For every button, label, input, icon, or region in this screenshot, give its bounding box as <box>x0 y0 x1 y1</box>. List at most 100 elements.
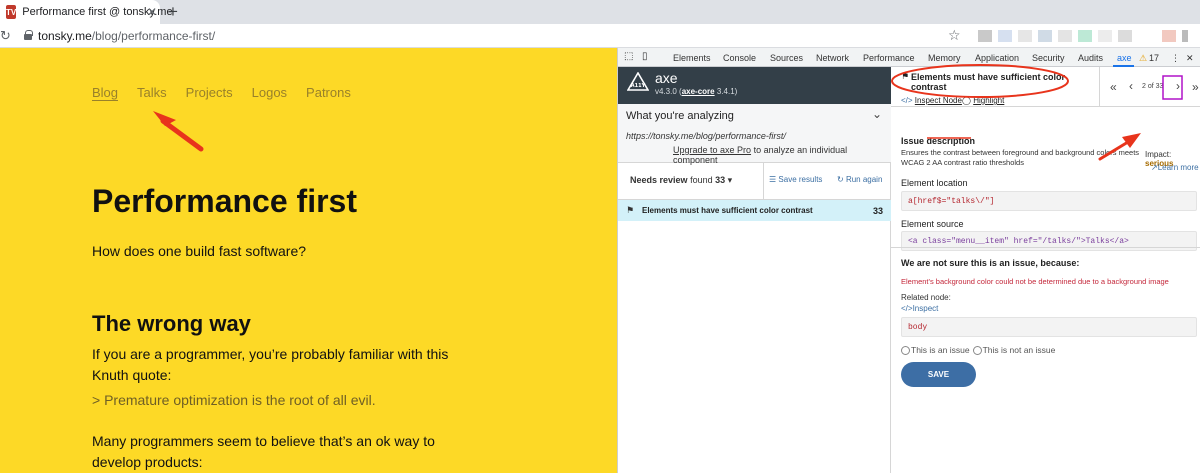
upgrade-note: Upgrade to axe Pro to analyze an individ… <box>673 145 848 165</box>
url-host: tonsky.me <box>38 29 92 43</box>
address-bar[interactable]: tonsky.me/blog/performance-first/ <box>38 29 215 43</box>
divider <box>891 247 1200 248</box>
radio-label: This is an issue <box>911 345 970 355</box>
axe-core-link[interactable]: axe-core <box>682 87 715 96</box>
extension-icon[interactable] <box>978 30 992 42</box>
extension-icon[interactable] <box>1018 30 1032 42</box>
tab-strip: TV Performance first @ tonsky.me ✕ + <box>0 0 1200 24</box>
review-choice: This is an issue This is not an issue <box>901 345 1055 355</box>
prev-page-icon[interactable]: ‹ <box>1129 79 1133 93</box>
element-source-title: Element source <box>901 219 964 229</box>
tab-close-icon[interactable]: ✕ <box>147 5 157 19</box>
profile-avatar[interactable] <box>1162 30 1176 42</box>
issue-detail: ⚑ Elements must have sufficient color co… <box>891 67 1200 473</box>
flag-icon: ⚑ <box>901 71 910 81</box>
not-sure-title: We are not sure this is an issue, becaus… <box>901 258 1080 268</box>
upgrade-link[interactable]: Upgrade to axe Pro <box>673 145 751 155</box>
related-node-label: Related node: <box>901 293 951 302</box>
site-favicon-icon: TV <box>6 5 17 19</box>
site-nav: Blog Talks Projects Logos Patrons <box>92 85 351 101</box>
devtools-tab-application[interactable]: Application <box>975 53 1019 63</box>
flag-icon: ⚑ <box>626 205 635 215</box>
run-again-button[interactable]: ↻ Run again <box>837 175 882 184</box>
devtools-tab-sources[interactable]: Sources <box>770 53 803 63</box>
learn-more-link[interactable]: ↗Learn more <box>1151 163 1199 172</box>
url-path: /blog/performance-first/ <box>91 29 216 43</box>
new-tab-icon[interactable]: + <box>168 2 178 22</box>
nav-link-patrons[interactable]: Patrons <box>306 85 351 101</box>
section-heading: The wrong way <box>92 311 251 336</box>
devtools-tab-bar: ⬚ ▯ Elements Console Sources Network Per… <box>618 48 1200 67</box>
extension-icon[interactable] <box>1078 30 1092 42</box>
inspect-element-icon[interactable]: ⬚ <box>624 51 633 62</box>
issue-list-item[interactable]: ⚑ Elements must have sufficient color co… <box>618 200 891 221</box>
element-source-code: <a class="menu__item" href="/talks/">Tal… <box>901 231 1197 251</box>
paragraph: Many programmers seem to believe that’s … <box>92 433 435 470</box>
axe-product-name: axe <box>655 70 678 86</box>
paragraph: If you are a programmer, you’re probably… <box>92 346 449 383</box>
extension-icon[interactable] <box>1118 30 1132 42</box>
devtools-tab-memory[interactable]: Memory <box>928 53 961 63</box>
extension-icon[interactable] <box>1038 30 1052 42</box>
issue-description-title: Issue description <box>901 136 976 146</box>
browser-toolbar: ↻ tonsky.me/blog/performance-first/ ☆ <box>0 24 1200 48</box>
device-toolbar-icon[interactable]: ▯ <box>642 51 648 62</box>
axe-version: v4.3.0 (axe-core 3.4.1) <box>655 87 738 96</box>
axe-header: A11Y axe v4.3.0 (axe-core 3.4.1) <box>618 67 891 104</box>
related-inspect-link[interactable]: </>Inspect <box>901 304 938 313</box>
extension-icon[interactable] <box>998 30 1012 42</box>
extension-icon[interactable] <box>1098 30 1112 42</box>
related-node-code: body <box>901 317 1197 337</box>
divider <box>763 163 764 200</box>
radio-this-is-an-issue[interactable] <box>901 345 910 355</box>
issue-count: 33 <box>873 206 884 216</box>
save-results-button[interactable]: ☰ Save results <box>769 175 822 184</box>
page-indicator: 2 of 33 <box>1142 83 1164 90</box>
more-options-icon[interactable]: ⋮ <box>1171 53 1180 64</box>
devtools-tab-axe[interactable]: axe <box>1117 53 1132 63</box>
first-page-icon[interactable]: « <box>1110 80 1117 94</box>
blockquote: > Premature optimization is the root of … <box>92 392 376 408</box>
needs-review-filter[interactable]: Needs review found 33 ▾ <box>630 175 732 186</box>
element-location-code: a[href$="talks\/"] <box>901 191 1197 211</box>
devtools-tab-network[interactable]: Network <box>816 53 849 63</box>
devtools-tab-elements[interactable]: Elements <box>673 53 711 63</box>
web-page: Blog Talks Projects Logos Patrons Perfor… <box>0 48 617 473</box>
next-page-icon[interactable]: › <box>1176 79 1180 93</box>
devtools-tab-audits[interactable]: Audits <box>1078 53 1103 63</box>
devtools-panel: ⬚ ▯ Elements Console Sources Network Per… <box>617 48 1200 473</box>
element-location-title: Element location <box>901 178 968 188</box>
extension-icon[interactable] <box>1058 30 1072 42</box>
highlight-link[interactable]: ◯ Highlight <box>962 96 1004 105</box>
menu-icon[interactable] <box>1182 30 1188 42</box>
axe-logo-icon: A11Y <box>627 72 649 91</box>
last-page-icon[interactable]: » <box>1192 80 1199 94</box>
nav-link-logos[interactable]: Logos <box>252 85 287 101</box>
chevron-down-icon[interactable]: ⌄ <box>872 107 882 121</box>
devtools-tab-security[interactable]: Security <box>1032 53 1065 63</box>
what-youre-analyzing: What you're analyzing ⌄ https://tonsky.m… <box>618 104 891 165</box>
devtools-tab-console[interactable]: Console <box>723 53 756 63</box>
devtools-tab-performance[interactable]: Performance <box>863 53 915 63</box>
issue-detail-title: Elements must have sufficient color cont… <box>911 72 1066 92</box>
bookmark-star-icon[interactable]: ☆ <box>948 27 961 44</box>
save-button[interactable]: SAVE <box>901 362 976 387</box>
issue-title: Elements must have sufficient color cont… <box>642 206 813 215</box>
caret-down-icon: ▾ <box>727 175 733 185</box>
warning-icon[interactable]: ⚠ <box>1139 53 1147 64</box>
issue-pager: « ‹ 2 of 33 › » <box>1099 67 1200 107</box>
nav-link-talks[interactable]: Talks <box>137 85 167 101</box>
lock-icon[interactable] <box>24 30 33 40</box>
nav-link-blog[interactable]: Blog <box>92 85 119 101</box>
not-sure-reason: Element's background color could not be … <box>901 277 1169 286</box>
issue-description: Ensures the contrast between foreground … <box>901 148 1140 167</box>
what-youre-analyzing-title: What you're analyzing <box>626 110 734 122</box>
close-devtools-icon[interactable]: ✕ <box>1186 53 1194 64</box>
reload-icon[interactable]: ↻ <box>0 28 11 44</box>
nav-link-projects[interactable]: Projects <box>186 85 233 101</box>
browser-tab[interactable]: TV Performance first @ tonsky.me ✕ <box>0 0 173 24</box>
inspect-node-link[interactable]: </> Inspect Node <box>901 96 962 105</box>
results-toolbar: Needs review found 33 ▾ ☰ Save results ↻… <box>618 163 891 200</box>
radio-not-an-issue[interactable] <box>972 345 982 355</box>
article-lede: How does one build fast software? <box>92 243 307 259</box>
